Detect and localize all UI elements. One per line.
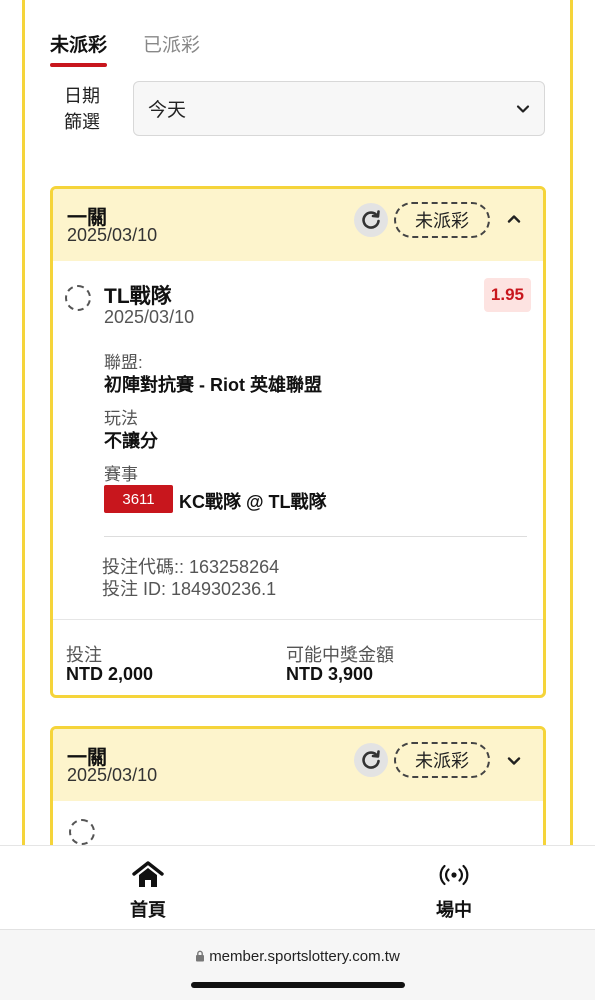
nav-home-label: 首頁 — [130, 900, 166, 920]
date-filter-value: 今天 — [148, 100, 187, 121]
stake-value: NTD 2,000 — [66, 664, 154, 684]
chevron-up-icon[interactable] — [505, 210, 523, 228]
refresh-button[interactable] — [354, 743, 388, 777]
browser-url-bar[interactable]: member.sportslottery.com.tw — [0, 929, 595, 1000]
nav-home[interactable]: 首頁 — [130, 860, 166, 922]
bet-card-footer: 投注 NTD 2,000 可能中獎金額 NTD 3,900 — [53, 619, 543, 695]
refresh-icon — [362, 210, 380, 229]
potential-payout-value: NTD 3,900 — [286, 664, 374, 684]
url-text: member.sportslottery.com.tw — [209, 948, 400, 965]
selection-team: TL戰隊 — [104, 285, 172, 308]
bet-card-header[interactable]: 一關 2025/03/10 未派彩 — [53, 729, 543, 801]
play-type-value: 不讓分 — [104, 431, 158, 451]
match-name: KC戰隊 @ TL戰隊 — [179, 492, 327, 512]
match-id-badge: 3611 — [104, 485, 173, 513]
refresh-button[interactable] — [354, 203, 388, 237]
live-broadcast-icon — [439, 864, 469, 886]
date-filter-label: 日期 篩選 — [64, 83, 108, 135]
bet-status-circle-icon — [65, 285, 91, 311]
date-filter-label-line1: 日期 — [64, 86, 100, 106]
tab-unsettled[interactable]: 未派彩 — [50, 30, 108, 67]
status-badge: 未派彩 — [394, 202, 490, 238]
date-filter-label-line2: 篩選 — [64, 112, 100, 132]
league-value: 初陣對抗賽 - Riot 英雄聯盟 — [104, 375, 322, 395]
nav-live[interactable]: 場中 — [436, 860, 472, 922]
bet-card-body: TL戰隊 2025/03/10 1.95 聯盟: 初陣對抗賽 - Riot 英雄… — [53, 261, 543, 695]
bet-id: 投注 ID: 184930236.1 — [102, 579, 277, 599]
home-icon — [132, 861, 164, 887]
bet-card-date: 2025/03/10 — [67, 225, 158, 245]
bet-card-header[interactable]: 一關 2025/03/10 未派彩 — [53, 189, 543, 261]
bet-card-date: 2025/03/10 — [67, 765, 158, 785]
refresh-icon — [362, 750, 380, 769]
match-label: 賽事 — [104, 465, 138, 484]
play-type-label: 玩法 — [104, 409, 138, 428]
chevron-down-icon — [516, 104, 530, 113]
status-badge: 未派彩 — [394, 742, 490, 778]
date-filter-select[interactable]: 今天 — [133, 81, 545, 136]
payout-tabs: 未派彩 已派彩 — [50, 30, 200, 67]
bet-status-circle-icon — [69, 819, 95, 845]
bet-card: 一關 2025/03/10 未派彩 TL戰隊 2025/03/10 1.95 聯… — [50, 186, 546, 698]
nav-live-label: 場中 — [436, 900, 472, 920]
odds-badge: 1.95 — [483, 278, 531, 312]
bottom-nav: 首頁 場中 — [0, 845, 595, 929]
chevron-down-icon[interactable] — [505, 752, 523, 770]
divider — [104, 536, 527, 537]
tab-settled[interactable]: 已派彩 — [143, 30, 200, 67]
lock-icon — [196, 950, 205, 962]
selection-date: 2025/03/10 — [104, 307, 195, 327]
url-display[interactable]: member.sportslottery.com.tw — [0, 948, 595, 965]
home-indicator[interactable] — [191, 982, 405, 988]
league-label: 聯盟: — [104, 353, 143, 372]
